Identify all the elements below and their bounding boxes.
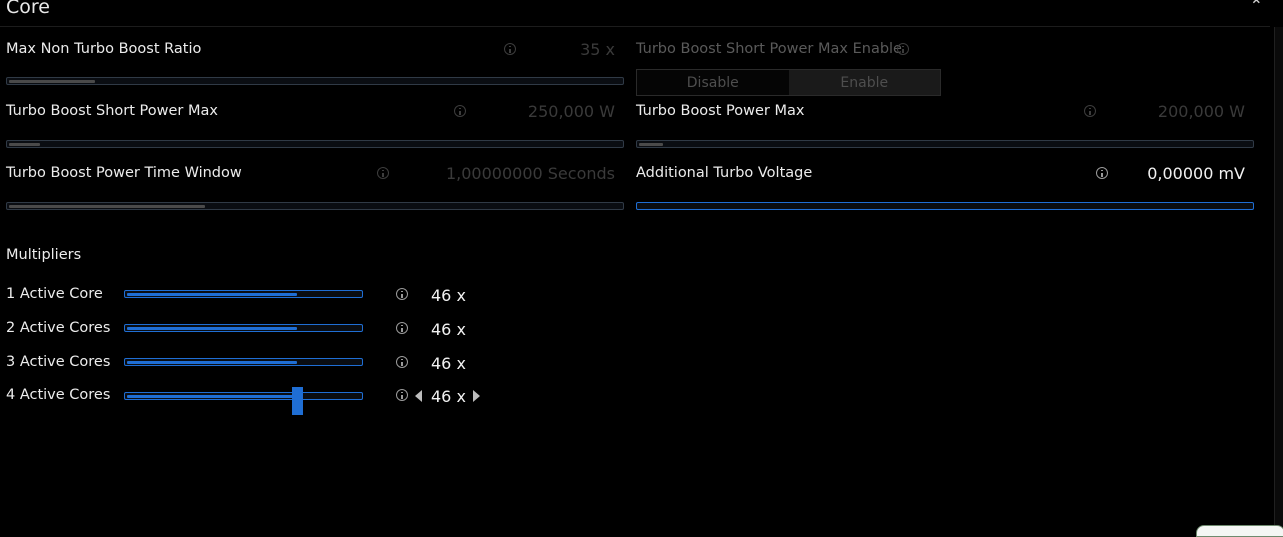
additional-voltage-value: 0,00000 mV xyxy=(1147,164,1245,183)
multiplier-2-slider[interactable] xyxy=(124,324,363,332)
power-max-slider-fill xyxy=(639,142,663,146)
multiplier-3-value: 46 x xyxy=(431,354,466,373)
multiplier-1-slider-fill xyxy=(127,292,297,296)
multiplier-1-info-icon[interactable] xyxy=(396,288,408,300)
section-divider xyxy=(0,26,1270,27)
multiplier-1-value: 46 x xyxy=(431,286,466,305)
additional-voltage-label: Additional Turbo Voltage xyxy=(636,165,813,181)
multiplier-2-label: 2 Active Cores xyxy=(6,320,111,336)
multiplier-4-slider-fill xyxy=(127,394,297,398)
multiplier-3-slider-fill xyxy=(127,360,297,364)
time-window-value: 1,00000000 Seconds xyxy=(445,164,615,183)
max-non-turbo-ratio-slider-fill xyxy=(9,79,95,83)
multiplier-3-label: 3 Active Cores xyxy=(6,354,111,370)
multiplier-3-info-icon[interactable] xyxy=(396,356,408,368)
multiplier-4-value: 46 x xyxy=(431,387,466,406)
toggle-option-disable: Disable xyxy=(686,74,739,91)
time-window-slider xyxy=(6,202,624,210)
notification-tab[interactable] xyxy=(1196,525,1283,537)
max-non-turbo-ratio-value: 35 x xyxy=(580,40,615,59)
multiplier-4-slider[interactable] xyxy=(124,387,363,415)
additional-voltage-slider[interactable] xyxy=(636,202,1254,210)
multiplier-2-value: 46 x xyxy=(431,320,466,339)
multiplier-1-label: 1 Active Core xyxy=(6,286,103,302)
power-max-value: 200,000 W xyxy=(1157,102,1245,121)
decrement-arrow-icon[interactable] xyxy=(415,390,422,402)
multiplier-2-slider-fill xyxy=(127,326,297,330)
power-max-slider xyxy=(636,140,1254,148)
short-power-max-slider-fill xyxy=(9,142,40,146)
short-power-max-value: 250,000 W xyxy=(527,102,615,121)
multiplier-4-info-icon[interactable] xyxy=(396,389,408,401)
multiplier-3-slider[interactable] xyxy=(124,358,363,366)
time-window-info-icon[interactable] xyxy=(377,167,389,179)
toggle-option-enable: Enable xyxy=(788,70,940,95)
time-window-slider-fill xyxy=(9,204,205,208)
section-title: Core xyxy=(6,0,50,18)
multiplier-4-slider-thumb[interactable] xyxy=(292,387,303,415)
short-power-max-enable-info-icon[interactable] xyxy=(897,43,909,55)
vertical-scrollbar[interactable] xyxy=(1274,27,1283,531)
power-max-label: Turbo Boost Power Max xyxy=(636,103,805,119)
short-power-max-enable-label: Turbo Boost Short Power Max Enable xyxy=(636,41,902,57)
collapse-chevron-icon[interactable]: ⌃ xyxy=(1250,0,1263,15)
time-window-label: Turbo Boost Power Time Window xyxy=(6,165,242,181)
multipliers-heading: Multipliers xyxy=(6,247,82,263)
multiplier-4-label: 4 Active Cores xyxy=(6,387,111,403)
multiplier-1-slider[interactable] xyxy=(124,290,363,298)
short-power-max-label: Turbo Boost Short Power Max xyxy=(6,103,218,119)
max-non-turbo-ratio-label: Max Non Turbo Boost Ratio xyxy=(6,41,202,57)
short-power-max-slider xyxy=(6,140,624,148)
max-non-turbo-ratio-slider xyxy=(6,77,624,85)
increment-arrow-icon[interactable] xyxy=(473,390,480,402)
short-power-max-enable-toggle: Disable Enable xyxy=(636,69,941,96)
multiplier-2-info-icon[interactable] xyxy=(396,322,408,334)
